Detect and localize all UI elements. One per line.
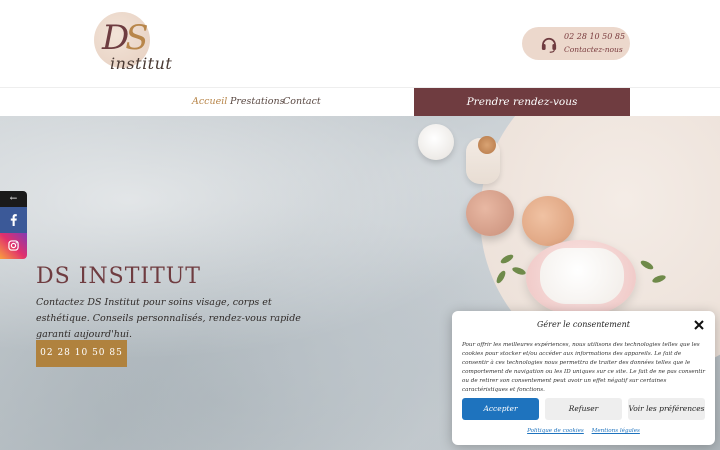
facebook-icon[interactable] bbox=[0, 207, 27, 233]
header-phone-number[interactable]: 02 28 10 50 85 bbox=[564, 32, 625, 41]
view-preferences-button[interactable]: Voir les préférences bbox=[628, 398, 705, 420]
main-navigation: Accueil Prestations Contact Prendre rend… bbox=[0, 87, 720, 117]
cookie-dialog-text: Pour offrir les meilleures expériences, … bbox=[462, 342, 706, 393]
social-toggle-arrow-icon[interactable]: ← bbox=[0, 191, 27, 207]
refuse-cookies-button[interactable]: Refuser bbox=[545, 398, 622, 420]
cookie-links: Politique de cookies Mentions légales bbox=[452, 428, 715, 434]
hero-title: DS INSTITUT bbox=[36, 264, 201, 289]
nav-item-accueil[interactable]: Accueil bbox=[192, 96, 227, 107]
book-appointment-button[interactable]: Prendre rendez-vous bbox=[414, 88, 630, 117]
cookie-policy-link[interactable]: Politique de cookies bbox=[527, 428, 584, 434]
site-header: DS institut 02 28 10 50 85 Contactez-nou… bbox=[0, 0, 720, 87]
contact-pill[interactable]: 02 28 10 50 85 Contactez-nous bbox=[522, 27, 630, 60]
hero-phone-button[interactable]: 02 28 10 50 85 bbox=[36, 340, 127, 367]
site-logo[interactable]: DS institut bbox=[90, 10, 173, 80]
logo-wordmark: institut bbox=[110, 54, 173, 73]
social-sidebar: ← bbox=[0, 191, 27, 259]
legal-notice-link[interactable]: Mentions légales bbox=[592, 428, 640, 434]
close-icon[interactable] bbox=[693, 319, 705, 331]
instagram-icon[interactable] bbox=[0, 233, 27, 259]
accept-cookies-button[interactable]: Accepter bbox=[462, 398, 539, 420]
hero-candle-image bbox=[418, 124, 454, 160]
logo-letter-d: D bbox=[102, 18, 129, 58]
nav-item-prestations[interactable]: Prestations bbox=[230, 96, 284, 107]
hero-soap-pink bbox=[466, 190, 514, 236]
hero-soap-peach bbox=[522, 196, 574, 246]
hero-soap-bar bbox=[540, 248, 624, 304]
cookie-dialog-title: Gérer le consentement bbox=[537, 320, 630, 329]
hero-bottle-cap bbox=[478, 136, 496, 154]
headset-icon bbox=[541, 37, 557, 53]
instagram-glyph bbox=[8, 240, 19, 251]
logo-monogram: DS bbox=[102, 18, 149, 58]
logo-letter-s: S bbox=[125, 18, 148, 58]
cookie-consent-dialog: Gérer le consentement Pour offrir les me… bbox=[452, 311, 715, 445]
facebook-glyph bbox=[10, 214, 17, 226]
nav-item-contact[interactable]: Contact bbox=[283, 96, 321, 107]
hero-description: Contactez DS Institut pour soins visage,… bbox=[36, 297, 301, 340]
header-contact-label[interactable]: Contactez-nous bbox=[564, 45, 623, 54]
